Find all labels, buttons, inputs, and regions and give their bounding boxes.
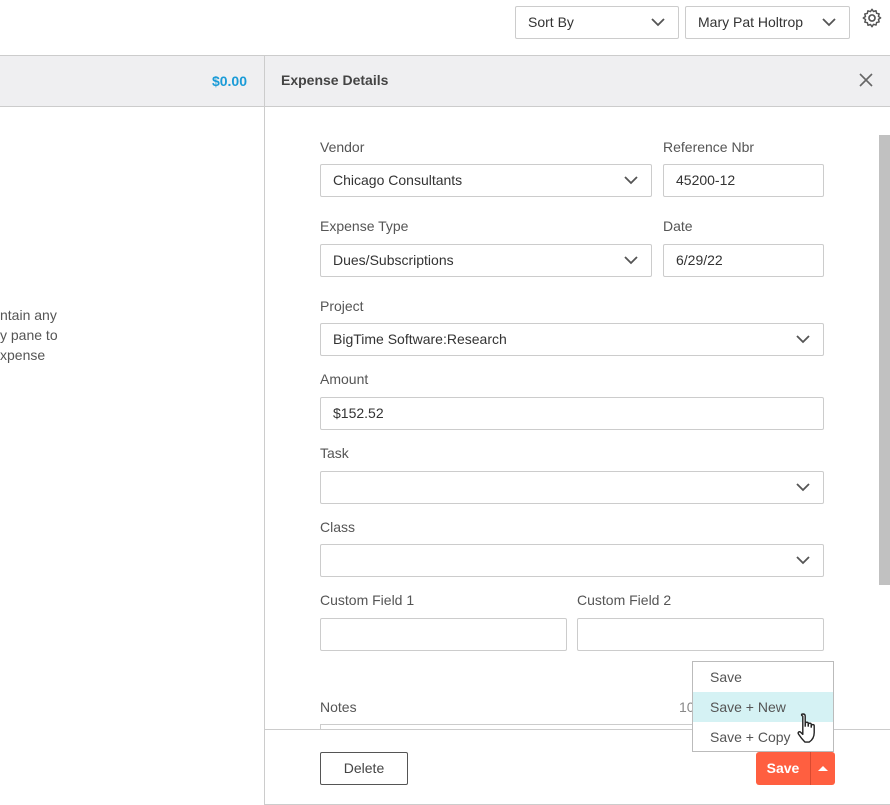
hand-cursor-icon [797,713,815,743]
pane-header [0,55,890,107]
chevron-down-icon [796,556,810,565]
delete-button[interactable]: Delete [320,752,408,785]
chevron-down-icon [624,256,638,265]
date-label: Date [663,218,693,234]
sort-by-select[interactable]: Sort By [515,6,679,39]
class-label: Class [320,519,356,535]
vendor-label: Vendor [320,139,365,155]
amount-input[interactable]: $152.52 [320,397,824,430]
gear-icon[interactable] [861,7,883,29]
left-total: $0.00 [211,73,247,89]
custom-field-1-label: Custom Field 1 [320,592,415,608]
custom-field-2-label: Custom Field 2 [577,592,672,608]
custom-field-1-input[interactable] [320,618,567,651]
class-select[interactable] [320,544,824,577]
reference-label: Reference Nbr [663,139,755,155]
notes-label: Notes [320,699,357,715]
close-icon[interactable] [858,72,874,88]
chevron-down-icon [624,176,638,185]
panel-title: Expense Details [281,72,389,88]
expense-type-select[interactable]: Dues/Subscriptions [320,244,652,277]
task-label: Task [320,445,349,461]
expense-type-label: Expense Type [320,218,409,234]
caret-up-icon [818,766,828,771]
pane-divider [264,55,265,805]
user-select[interactable]: Mary Pat Holtrop [685,6,850,39]
menu-item-save[interactable]: Save [693,662,833,692]
task-select[interactable] [320,471,824,504]
custom-field-2-input[interactable] [577,618,824,651]
chevron-down-icon [796,483,810,492]
chevron-down-icon [822,18,836,27]
sort-by-value: Sort By [528,14,574,30]
chevron-down-icon [796,335,810,344]
project-label: Project [320,298,364,314]
project-select[interactable]: BigTime Software:Research [320,323,824,356]
reference-input[interactable]: 45200-12 [663,164,824,197]
date-input[interactable]: 6/29/22 [663,244,824,277]
scrollbar-thumb[interactable] [879,135,890,585]
amount-label: Amount [320,371,369,387]
chevron-down-icon [651,18,665,27]
save-button[interactable]: Save [756,752,810,785]
user-value: Mary Pat Holtrop [698,14,804,30]
save-options-toggle[interactable] [810,752,835,785]
empty-message: ntain any y pane to xpense [0,307,58,363]
vendor-select[interactable]: Chicago Consultants [320,164,652,197]
